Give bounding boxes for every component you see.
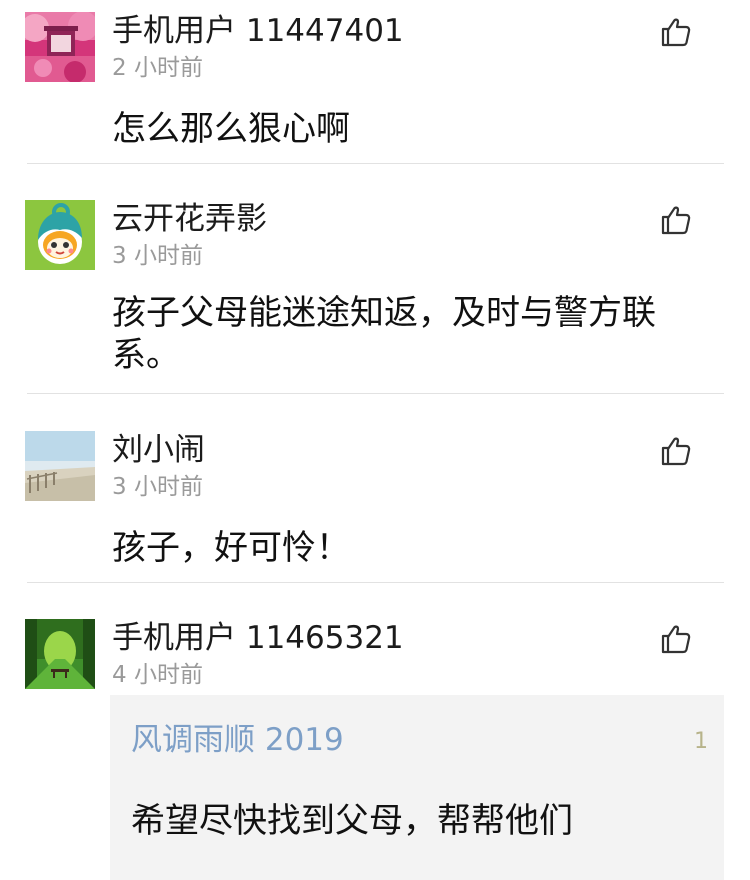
comment-text: 孩子父母能迷途知返，及时与警方联系。: [112, 293, 656, 375]
reply-text: 希望尽快找到父母，帮帮他们: [131, 801, 573, 841]
thumbs-up-icon[interactable]: [659, 203, 693, 237]
avatar[interactable]: [25, 200, 95, 270]
divider: [27, 163, 724, 164]
thumbs-up-icon-graphic: [661, 625, 691, 654]
reply-like-count: 1: [694, 729, 708, 754]
reply-box[interactable]: 风调雨顺 2019 1 希望尽快找到父母，帮帮他们: [110, 695, 724, 880]
comment-time: 3 小时前: [112, 474, 203, 500]
avatar[interactable]: [25, 619, 95, 689]
comment-time: 2 小时前: [112, 55, 203, 81]
divider: [27, 393, 724, 394]
thumbs-up-icon[interactable]: [659, 15, 693, 49]
username[interactable]: 手机用户 11447401: [112, 11, 404, 51]
cartoon-character-avatar-image: [25, 200, 95, 270]
avatar[interactable]: [25, 12, 95, 82]
username[interactable]: 云开花弄影: [112, 199, 267, 239]
green-forest-avatar-image: [25, 619, 95, 689]
avatar[interactable]: [25, 431, 95, 501]
thumbs-up-icon-graphic: [661, 206, 691, 235]
beach-avatar-image: [25, 431, 95, 501]
comment-text: 孩子，好可怜！: [112, 528, 350, 568]
comment-time: 3 小时前: [112, 243, 203, 269]
thumbs-up-icon-graphic: [661, 437, 691, 466]
username[interactable]: 手机用户 11465321: [112, 618, 404, 658]
thumbs-up-icon[interactable]: [659, 622, 693, 656]
username[interactable]: 刘小闹: [112, 430, 205, 470]
divider: [27, 582, 724, 583]
reply-username[interactable]: 风调雨顺 2019: [131, 720, 344, 760]
thumbs-up-icon-graphic: [661, 18, 691, 47]
thumbs-up-icon[interactable]: [659, 434, 693, 468]
pink-gate-avatar-image: [25, 12, 95, 82]
comment-text: 怎么那么狠心啊: [112, 109, 350, 149]
comment-time: 4 小时前: [112, 662, 203, 688]
